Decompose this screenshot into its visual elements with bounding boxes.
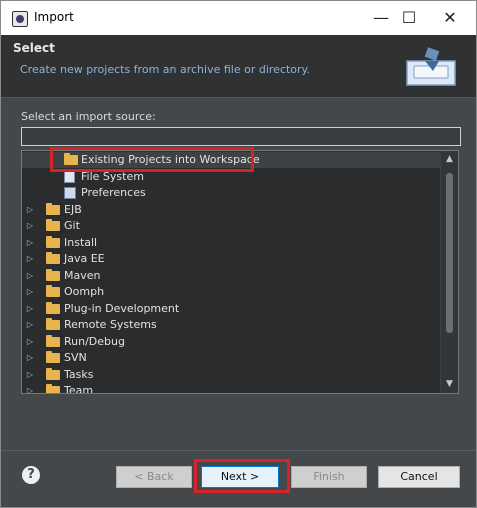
scroll-up-icon[interactable]: ▲ <box>441 151 458 168</box>
tree-item[interactable]: ▷ SVN <box>22 350 440 366</box>
folder-icon <box>46 285 60 297</box>
annotation-highlight-existing-projects <box>50 147 254 172</box>
tree-item-label: Preferences <box>81 186 146 199</box>
back-button[interactable]: < Back <box>116 466 192 488</box>
tree-item[interactable]: ▷ Remote Systems <box>22 317 440 333</box>
tree-item-label: Run/Debug <box>64 334 125 348</box>
tree-item[interactable]: ▷ Team <box>22 383 440 394</box>
tree-item-label: Tasks <box>64 367 94 381</box>
expand-arrow-icon[interactable]: ▷ <box>25 235 35 251</box>
help-icon[interactable]: ? <box>22 466 40 484</box>
expand-arrow-icon[interactable]: ▷ <box>25 317 35 333</box>
tree-item[interactable]: ▷ Plug-in Development <box>22 301 440 317</box>
expand-arrow-icon[interactable]: ▷ <box>25 334 35 350</box>
expand-arrow-icon[interactable]: ▷ <box>25 251 35 267</box>
eclipse-app-icon <box>12 11 28 27</box>
expand-arrow-icon[interactable]: ▷ <box>25 268 35 284</box>
import-source-label: Select an import source: <box>21 110 156 123</box>
tree-item-label: Maven <box>64 268 101 282</box>
title-bar: Import — ☐ ✕ <box>1 1 476 35</box>
tree-item-label: Team <box>64 384 94 394</box>
expand-arrow-icon[interactable]: ▷ <box>25 383 35 393</box>
tree-item-label: Oomph <box>64 285 105 298</box>
folder-icon <box>46 202 60 215</box>
wizard-header: Select Create new projects from an archi… <box>1 35 476 97</box>
expand-arrow-icon[interactable]: ▷ <box>25 218 35 234</box>
scroll-down-icon[interactable]: ▼ <box>441 376 458 393</box>
folder-icon <box>46 384 60 393</box>
finish-button[interactable]: Finish <box>291 466 367 488</box>
vertical-scrollbar[interactable]: ▲ ▼ <box>440 151 458 393</box>
file-system-icon <box>64 170 75 183</box>
folder-icon <box>46 351 60 363</box>
page-title: Select <box>13 41 55 55</box>
folder-icon <box>46 219 60 231</box>
folder-icon <box>46 334 60 347</box>
folder-icon <box>46 367 60 380</box>
tree-item-label: Plug-in Development <box>64 301 180 315</box>
footer-divider <box>1 450 476 451</box>
tree-item[interactable]: ▷ Install <box>22 235 440 251</box>
cancel-button[interactable]: Cancel <box>378 466 460 488</box>
import-wizard-icon <box>406 47 456 86</box>
tree-item[interactable]: ▷ Oomph <box>22 284 440 300</box>
folder-icon <box>46 301 60 314</box>
tree-item-label: SVN <box>64 351 87 364</box>
import-dialog: Import — ☐ ✕ Select Create new projects … <box>0 0 477 508</box>
tree-item[interactable]: ▷ Run/Debug <box>22 334 440 350</box>
folder-icon <box>46 252 60 264</box>
tree-item[interactable]: ▷ Java EE <box>22 251 440 267</box>
close-button[interactable]: ✕ <box>431 1 469 35</box>
import-source-tree[interactable]: Existing Projects into Workspace File Sys… <box>21 150 459 394</box>
tree-item[interactable]: ▷ Git <box>22 218 440 234</box>
expand-arrow-icon[interactable]: ▷ <box>25 350 35 366</box>
tree-item[interactable]: ▷ EJB <box>22 202 440 218</box>
tree-item-label: Install <box>64 235 98 249</box>
tree-item-label: Java EE <box>64 252 105 265</box>
folder-icon <box>46 235 60 248</box>
tree-item[interactable]: Preferences <box>22 185 440 201</box>
tree-item-label: Git <box>64 219 80 232</box>
expand-arrow-icon[interactable]: ▷ <box>25 367 35 383</box>
folder-icon <box>46 318 60 330</box>
tree-item-label: Remote Systems <box>64 318 157 331</box>
expand-arrow-icon[interactable]: ▷ <box>25 202 35 218</box>
folder-icon <box>46 268 60 281</box>
page-description: Create new projects from an archive file… <box>20 63 310 76</box>
expand-arrow-icon[interactable]: ▷ <box>25 284 35 300</box>
tree-item[interactable]: ▷ Maven <box>22 268 440 284</box>
header-divider <box>1 97 476 98</box>
tree-item[interactable]: ▷ Tasks <box>22 367 440 383</box>
filter-input[interactable] <box>21 127 461 146</box>
tree-item-label: EJB <box>64 202 82 216</box>
maximize-button[interactable]: ☐ <box>390 1 428 35</box>
scrollbar-thumb[interactable] <box>446 173 453 333</box>
preferences-icon <box>64 187 76 199</box>
expand-arrow-icon[interactable]: ▷ <box>25 301 35 317</box>
window-title: Import <box>34 10 74 24</box>
annotation-highlight-next <box>194 459 290 493</box>
